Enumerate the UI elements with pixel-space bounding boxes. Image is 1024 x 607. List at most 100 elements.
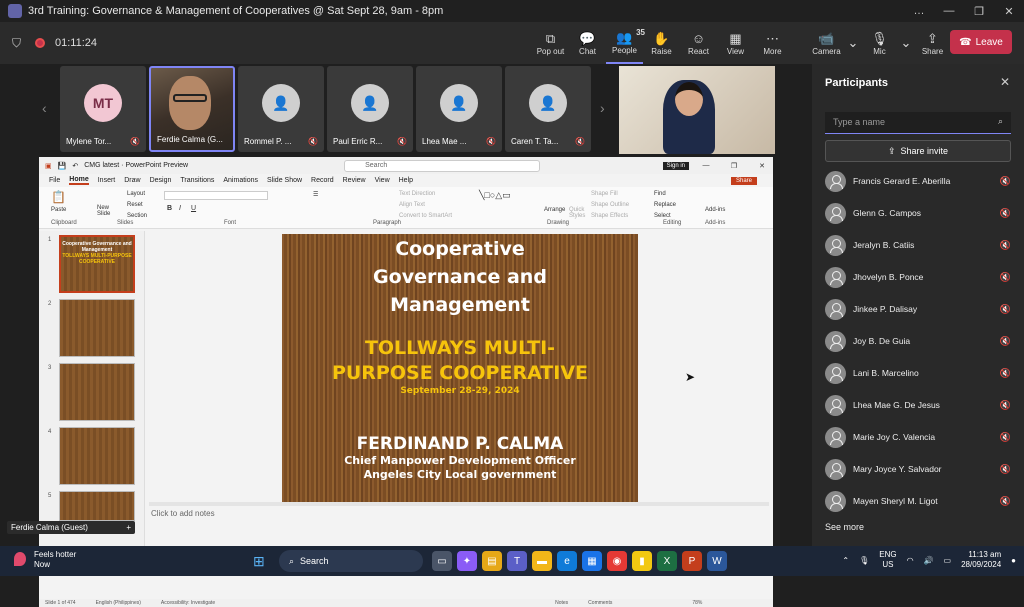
list-item[interactable]: Mayen Sheryl M. Ligot 🔇 [825, 485, 1015, 517]
notes-area[interactable]: Click to add notes [151, 509, 215, 518]
menu-record[interactable]: Record [311, 177, 334, 184]
add-ins-button[interactable]: Add-ins [705, 207, 725, 213]
menu-help[interactable]: Help [399, 177, 413, 184]
list-item[interactable]: Jinkee P. Dalisay 🔇 [825, 293, 1015, 325]
maximize-button[interactable]: ❐ [964, 5, 994, 18]
ppt-close-button[interactable]: ✕ [751, 162, 773, 170]
menu-slide-show[interactable]: Slide Show [267, 177, 302, 184]
slide-thumbnail[interactable] [59, 427, 135, 485]
file-explorer-icon[interactable]: ▬ [532, 551, 552, 571]
calendar-icon[interactable]: ▦ [582, 551, 602, 571]
edge-icon[interactable]: e [557, 551, 577, 571]
chat-button[interactable]: 💬 Chat [569, 22, 606, 64]
camera-options-button[interactable]: ⌄ [845, 22, 861, 64]
store-icon[interactable]: ▤ [482, 551, 502, 571]
new-slide-button[interactable]: New Slide [97, 205, 119, 217]
text-direction-button[interactable]: Text Direction [399, 191, 435, 197]
sign-in-button[interactable]: Sign in [662, 161, 689, 170]
current-slide[interactable]: Cooperative Governance and Management TO… [282, 234, 638, 502]
view-button[interactable]: ▦ View [717, 22, 754, 64]
reset-button[interactable]: Reset [127, 202, 143, 208]
windows-start-icon[interactable]: ⊞ [253, 553, 265, 570]
share-button[interactable]: ⇪ Share [914, 22, 951, 64]
underline-icon[interactable]: U [191, 205, 196, 212]
see-more-link[interactable]: See more [825, 522, 864, 532]
save-icon[interactable]: 💾 [58, 162, 67, 170]
tile-participant-video[interactable]: Ferdie Calma (G... [149, 66, 235, 152]
shield-icon[interactable]: ⛉ [12, 36, 21, 51]
task-view-icon[interactable]: ▭ [432, 551, 452, 571]
powerpoint-icon[interactable]: P [682, 551, 702, 571]
slide-thumbnail[interactable] [59, 299, 135, 357]
list-item[interactable]: Marie Joy C. Valencia 🔇 [825, 421, 1015, 453]
list-item[interactable]: Lhea Mae G. De Jesus 🔇 [825, 389, 1015, 421]
notification-icon[interactable]: ● [1011, 556, 1016, 565]
menu-animations[interactable]: Animations [223, 177, 258, 184]
paste-icon[interactable]: 📋 [51, 190, 66, 204]
font-name-select[interactable] [164, 191, 268, 200]
tile-participant[interactable]: 👤 Paul Erric R... 🔇 [327, 66, 413, 152]
speaker-video[interactable] [619, 66, 775, 154]
list-item[interactable]: Glenn G. Campos 🔇 [825, 197, 1015, 229]
language-indicator[interactable]: ENG US [879, 550, 896, 570]
battery-icon[interactable]: ▭ [944, 556, 952, 565]
ppt-maximize-button[interactable]: ❐ [723, 162, 745, 170]
people-button[interactable]: 👥 35 People [606, 22, 645, 64]
arrange-button[interactable]: Arrange [544, 207, 565, 213]
menu-insert[interactable]: Insert [98, 177, 116, 184]
ppt-minimize-button[interactable]: — [695, 162, 717, 169]
menu-view[interactable]: View [375, 177, 390, 184]
pop-out-button[interactable]: ⧉ Pop out [532, 22, 569, 64]
shape-outline-button[interactable]: Shape Outline [591, 202, 629, 208]
more-button[interactable]: ⋯ More [754, 22, 791, 64]
list-item[interactable]: Mary Joyce Y. Salvador 🔇 [825, 453, 1015, 485]
tile-participant[interactable]: 👤 Caren T. Ta... 🔇 [505, 66, 591, 152]
align-text-button[interactable]: Align Text [399, 202, 425, 208]
menu-home[interactable]: Home [69, 176, 89, 185]
list-item[interactable]: Joy B. De Guia 🔇 [825, 325, 1015, 357]
slide-thumbnail[interactable] [59, 491, 135, 521]
mic-button[interactable]: 🎙 Mic [861, 22, 898, 64]
replace-button[interactable]: Replace [654, 202, 676, 208]
italic-icon[interactable]: I [179, 205, 181, 212]
clock[interactable]: 11:13 am 28/09/2024 [961, 550, 1001, 570]
paste-button[interactable]: Paste [51, 207, 66, 213]
menu-file[interactable]: File [49, 177, 60, 184]
teams-icon[interactable]: T [507, 551, 527, 571]
taskbar-search[interactable]: ⌕ Search [279, 550, 423, 572]
bold-icon[interactable]: B [167, 205, 172, 212]
shapes-gallery[interactable]: ╲□○△▭ [479, 190, 511, 201]
tile-participant[interactable]: MT Mylene Tor... 🔇 [60, 66, 146, 152]
tile-participant[interactable]: 👤 Rommel P. ... 🔇 [238, 66, 324, 152]
convert-smartart-button[interactable]: Convert to SmartArt [399, 213, 452, 219]
tile-participant[interactable]: 👤 Lhea Mae ... 🔇 [416, 66, 502, 152]
leave-button[interactable]: ☎ Leave [950, 30, 1012, 54]
sticky-notes-icon[interactable]: ▮ [632, 551, 652, 571]
menu-design[interactable]: Design [150, 177, 172, 184]
react-button[interactable]: ☺ React [680, 22, 717, 64]
horizontal-scrollbar[interactable] [149, 502, 769, 506]
menu-draw[interactable]: Draw [124, 177, 140, 184]
share-invite-button[interactable]: ⇪ Share invite [825, 140, 1011, 162]
wifi-icon[interactable]: ◠ [907, 556, 914, 565]
ppt-search-box[interactable]: Search [344, 159, 541, 172]
camera-button[interactable]: 📹 Camera [808, 22, 845, 64]
volume-icon[interactable]: 🔊 [924, 556, 934, 565]
bullets-icon[interactable]: ☰ [313, 191, 318, 198]
shape-effects-button[interactable]: Shape Effects [591, 213, 628, 219]
shape-fill-button[interactable]: Shape Fill [591, 191, 618, 197]
find-button[interactable]: Find [654, 191, 666, 197]
expand-icon[interactable]: + [126, 523, 131, 532]
minimize-button[interactable]: — [934, 5, 964, 18]
chrome-icon[interactable]: ◉ [607, 551, 627, 571]
menu-review[interactable]: Review [343, 177, 366, 184]
chevron-right-icon[interactable]: › [600, 100, 605, 116]
copilot-icon[interactable]: ✦ [457, 551, 477, 571]
weather-widget[interactable]: Feels hotter Now [14, 550, 76, 570]
word-icon[interactable]: W [707, 551, 727, 571]
list-item[interactable]: Francis Gerard E. Aberilla 🔇 [825, 165, 1015, 197]
excel-icon[interactable]: X [657, 551, 677, 571]
select-button[interactable]: Select [654, 213, 671, 219]
list-item[interactable]: Jhovelyn B. Ponce 🔇 [825, 261, 1015, 293]
more-options-button[interactable]: … [904, 5, 934, 18]
